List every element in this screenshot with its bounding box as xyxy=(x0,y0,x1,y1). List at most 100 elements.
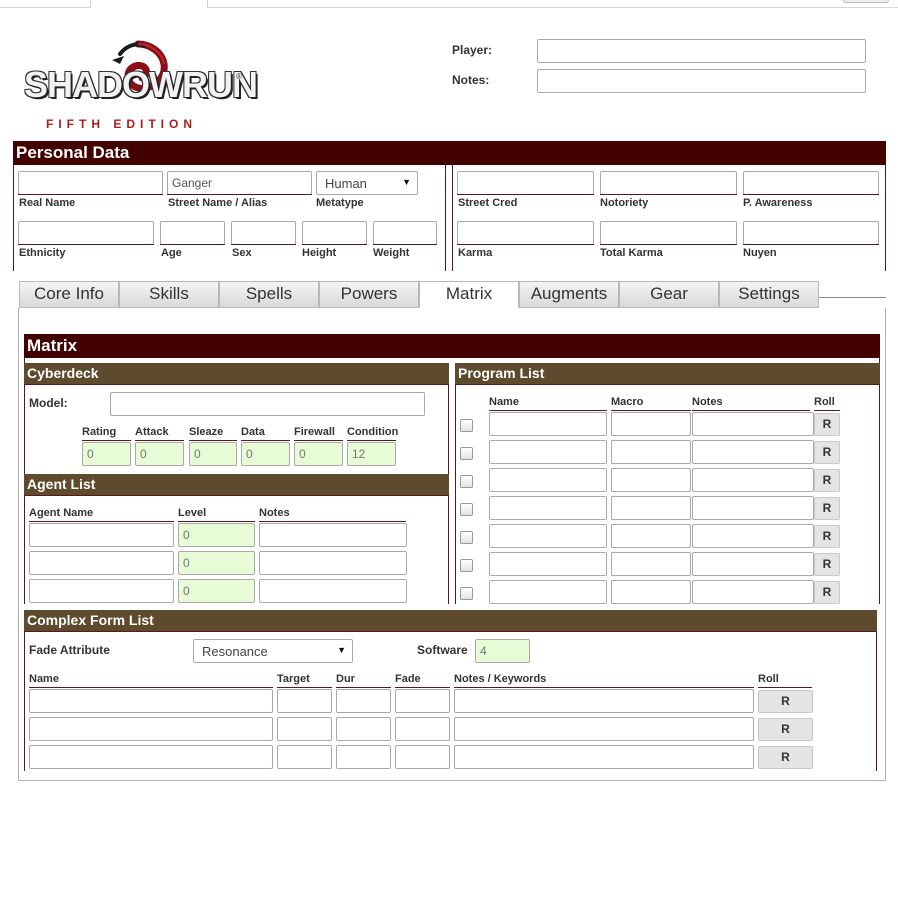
condition-input[interactable] xyxy=(347,442,396,466)
tab-core-info[interactable]: Core Info xyxy=(19,281,119,308)
street-cred-input[interactable] xyxy=(457,171,594,195)
program-7-checkbox[interactable] xyxy=(460,587,473,600)
public-awareness-input[interactable] xyxy=(743,171,879,195)
program-1-notes-input[interactable] xyxy=(692,412,814,436)
program-3-macro-input[interactable] xyxy=(611,468,691,492)
height-input[interactable] xyxy=(302,221,367,245)
program-6-checkbox[interactable] xyxy=(460,559,473,572)
program-6-roll-button[interactable]: R xyxy=(814,553,840,576)
program-4-checkbox[interactable] xyxy=(460,503,473,516)
program-7-notes-input[interactable] xyxy=(692,580,814,604)
notoriety-input[interactable] xyxy=(600,171,737,195)
cf-2-name-input[interactable] xyxy=(29,717,273,741)
sex-input[interactable] xyxy=(231,221,296,245)
tab-powers[interactable]: Powers xyxy=(319,281,419,308)
program-5-notes-input[interactable] xyxy=(692,524,814,548)
firewall-input[interactable] xyxy=(294,442,343,466)
metatype-select[interactable]: Human ▼ xyxy=(316,171,418,195)
model-input[interactable] xyxy=(110,392,425,416)
player-input[interactable] xyxy=(537,39,866,63)
tab-matrix[interactable]: Matrix xyxy=(419,281,519,308)
program-1-roll-button[interactable]: R xyxy=(814,413,840,436)
program-2-name-input[interactable] xyxy=(489,440,607,464)
agent-3-name-input[interactable] xyxy=(29,579,174,603)
program-3-checkbox[interactable] xyxy=(460,475,473,488)
cf-2-notes-input[interactable] xyxy=(454,717,754,741)
sex-underline xyxy=(231,244,296,245)
cf-1-dur-input[interactable] xyxy=(336,689,391,713)
notes-input[interactable] xyxy=(537,69,866,93)
program-4-notes-input[interactable] xyxy=(692,496,814,520)
cf-3-fade-input[interactable] xyxy=(395,745,450,769)
tab-spells[interactable]: Spells xyxy=(219,281,319,308)
agent-2-level-input[interactable] xyxy=(178,551,255,575)
program-5-roll-button[interactable]: R xyxy=(814,525,840,548)
program-4-roll-button[interactable]: R xyxy=(814,497,840,520)
cf-1-target-input[interactable] xyxy=(277,689,332,713)
street-name-label: Street Name / Alias xyxy=(168,197,268,209)
nuyen-input[interactable] xyxy=(743,221,879,245)
program-5-name-input[interactable] xyxy=(489,524,607,548)
program-1-name-input[interactable] xyxy=(489,412,607,436)
cf-1-name-input[interactable] xyxy=(29,689,273,713)
total-karma-input[interactable] xyxy=(600,221,737,245)
agent-1-notes-input[interactable] xyxy=(259,523,407,547)
program-1-checkbox[interactable] xyxy=(460,419,473,432)
program-roll-header: Roll xyxy=(814,396,835,408)
cf-3-dur-input[interactable] xyxy=(336,745,391,769)
program-2-roll-button[interactable]: R xyxy=(814,441,840,464)
real-name-input[interactable] xyxy=(18,171,163,195)
age-input[interactable] xyxy=(160,221,225,245)
cf-dur-header-underline xyxy=(336,687,391,688)
agent-3-notes-input[interactable] xyxy=(259,579,407,603)
program-3-roll-button[interactable]: R xyxy=(814,469,840,492)
ethnicity-input[interactable] xyxy=(18,221,154,245)
tab-augments[interactable]: Augments xyxy=(519,281,619,308)
weight-input[interactable] xyxy=(373,221,437,245)
program-2-notes-input[interactable] xyxy=(692,440,814,464)
cf-1-roll-button[interactable]: R xyxy=(758,690,813,713)
street-name-input[interactable] xyxy=(167,171,312,195)
program-7-macro-input[interactable] xyxy=(611,580,691,604)
attack-input[interactable] xyxy=(135,442,184,466)
window-top-button[interactable] xyxy=(843,0,889,3)
rating-input[interactable] xyxy=(82,442,131,466)
program-6-name-input[interactable] xyxy=(489,552,607,576)
cf-3-roll-button[interactable]: R xyxy=(758,746,813,769)
software-input[interactable] xyxy=(475,639,530,663)
data-input[interactable] xyxy=(241,442,290,466)
cf-3-notes-input[interactable] xyxy=(454,745,754,769)
program-5-checkbox[interactable] xyxy=(460,531,473,544)
program-4-macro-input[interactable] xyxy=(611,496,691,520)
agent-3-level-input[interactable] xyxy=(178,579,255,603)
program-1-macro-input[interactable] xyxy=(611,412,691,436)
program-2-checkbox[interactable] xyxy=(460,447,473,460)
cf-1-fade-input[interactable] xyxy=(395,689,450,713)
sleaze-input[interactable] xyxy=(189,442,237,466)
program-7-roll-button[interactable]: R xyxy=(814,581,840,604)
fade-attribute-select[interactable]: Resonance ▼ xyxy=(193,639,353,663)
tab-gear[interactable]: Gear xyxy=(619,281,719,308)
program-4-name-input[interactable] xyxy=(489,496,607,520)
agent-2-notes-input[interactable] xyxy=(259,551,407,575)
tab-settings[interactable]: Settings xyxy=(719,281,819,308)
cf-2-target-input[interactable] xyxy=(277,717,332,741)
cf-1-notes-input[interactable] xyxy=(454,689,754,713)
program-5-macro-input[interactable] xyxy=(611,524,691,548)
cf-2-roll-button[interactable]: R xyxy=(758,718,813,741)
tab-skills[interactable]: Skills xyxy=(119,281,219,308)
cf-2-dur-input[interactable] xyxy=(336,717,391,741)
program-6-notes-input[interactable] xyxy=(692,552,814,576)
program-2-macro-input[interactable] xyxy=(611,440,691,464)
cf-3-target-input[interactable] xyxy=(277,745,332,769)
program-3-notes-input[interactable] xyxy=(692,468,814,492)
program-6-macro-input[interactable] xyxy=(611,552,691,576)
cf-2-fade-input[interactable] xyxy=(395,717,450,741)
cf-3-name-input[interactable] xyxy=(29,745,273,769)
agent-1-level-input[interactable] xyxy=(178,523,255,547)
program-3-name-input[interactable] xyxy=(489,468,607,492)
agent-1-name-input[interactable] xyxy=(29,523,174,547)
karma-input[interactable] xyxy=(457,221,594,245)
agent-2-name-input[interactable] xyxy=(29,551,174,575)
program-7-name-input[interactable] xyxy=(489,580,607,604)
